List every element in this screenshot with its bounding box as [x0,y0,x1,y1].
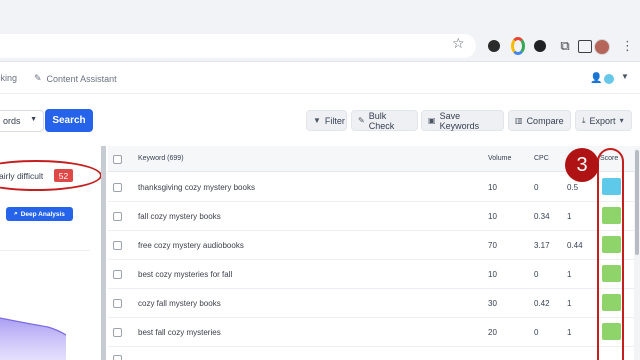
save-icon: ▣ [428,116,436,125]
table-row[interactable]: best fall cozy mysteries 20 0 1 [108,318,640,347]
cpc-cell: 0 [534,270,539,279]
scrollbar-thumb[interactable] [635,150,639,255]
volume-cell: 10 [488,212,497,221]
save-keywords-button[interactable]: ▣ Save Keywords [421,110,504,131]
caret-down-icon: ▾ [619,116,624,125]
search-icon: ⌕ [14,210,18,217]
status-dot [604,74,614,84]
cpc-cell: 0.42 [534,299,550,308]
header-cpc[interactable]: CPC [534,155,549,162]
keyword-cell[interactable]: cozy fall mystery books [138,299,221,308]
volume-cell: 70 [488,241,497,250]
chevron-down-icon[interactable]: ▼ [621,72,629,81]
trend-area-chart [0,317,67,360]
puzzle-icon[interactable]: ⧉ [558,38,572,53]
chart-icon[interactable] [533,39,547,53]
pencil-icon: ✎ [34,73,42,83]
annotation-step-badge: 3 [565,148,599,182]
sidebar-icon[interactable] [578,39,592,53]
compare-label: Compare [526,115,564,126]
bar-chart-icon: ▥ [515,116,523,125]
search-button[interactable]: Search [45,109,93,132]
nav-content-assistant[interactable]: ✎ Content Assistant [34,73,117,84]
row-checkbox[interactable] [113,355,122,360]
annotation-score-highlight [597,148,624,360]
deep-analysis-button[interactable]: ⌕ Deep Analysis [6,207,73,221]
header-keyword[interactable]: Keyword (699) [138,155,184,162]
export-label: Export [589,115,616,126]
table-row[interactable]: best cozy mysteries for fall 10 0 1 [108,260,640,289]
bulk-check-label: Bulk Check [368,110,395,131]
keyword-cell[interactable]: thanksgiving cozy mystery books [138,183,255,192]
kebab-icon[interactable]: ⋮ [621,38,634,54]
compare-button[interactable]: ▥ Compare [508,110,571,131]
cpc-cell: 0 [534,183,539,192]
cpc-cell: 0.34 [534,212,550,221]
flower-icon[interactable] [511,39,525,53]
competition-cell: 0.44 [567,241,583,250]
table-row[interactable] [108,347,640,360]
header-volume[interactable]: Volume [488,155,511,162]
competition-cell: 1 [567,270,572,279]
edit-icon: ✎ [358,116,365,125]
export-button[interactable]: ⤓ Export ▾ [575,110,632,131]
filter-label: Filter [324,115,345,126]
volume-cell: 30 [488,299,497,308]
star-icon[interactable]: ☆ [452,35,465,52]
row-checkbox[interactable] [113,328,122,337]
nav-content-assistant-label: Content Assistant [46,73,117,84]
row-checkbox[interactable] [113,299,122,308]
user-icon[interactable]: 👤 [590,73,602,84]
volume-cell: 20 [488,328,497,337]
save-keywords-label: Save Keywords [439,110,480,131]
volume-cell: 10 [488,270,497,279]
cpc-cell: 3.17 [534,241,550,250]
browser-toolbar: ☆ ⧉ [0,30,640,62]
volume-cell: 10 [488,183,497,192]
filter-button[interactable]: ▼ Filter [306,110,347,131]
database-select[interactable]: ords ▼ [0,110,44,132]
keyword-cell[interactable]: free cozy mystery audiobooks [138,241,244,250]
browser-tabstrip [0,0,640,30]
caret-down-icon: ▼ [30,116,37,123]
row-checkbox[interactable] [113,183,122,192]
keyword-cell[interactable]: best fall cozy mysteries [138,328,221,337]
filter-icon: ▼ [313,116,321,125]
keyword-cell[interactable]: fall cozy mystery books [138,212,221,221]
database-select-value: ords [3,116,21,126]
table-row[interactable]: thanksgiving cozy mystery books 10 0 0.5 [108,173,640,202]
table-row[interactable]: free cozy mystery audiobooks 70 3.17 0.4… [108,231,640,260]
competition-cell: 1 [567,212,572,221]
row-checkbox[interactable] [113,241,122,250]
keyword-cell[interactable]: best cozy mysteries for fall [138,270,232,279]
table-row[interactable]: fall cozy mystery books 10 0.34 1 [108,202,640,231]
competition-cell: 0.5 [567,183,579,192]
table-row[interactable]: cozy fall mystery books 30 0.42 1 [108,289,640,318]
panel-divider[interactable] [101,146,106,360]
bulk-check-button[interactable]: ✎ Bulk Check [351,110,418,131]
app-nav: cking ✎ Content Assistant 👤 ▼ [0,62,640,94]
competition-cell: 1 [567,299,572,308]
competition-cell: 1 [567,328,572,337]
deep-analysis-label: Deep Analysis [20,210,65,218]
row-checkbox[interactable] [113,212,122,221]
row-checkbox[interactable] [113,270,122,279]
address-bar[interactable] [0,34,476,58]
download-icon: ⤓ [582,115,586,125]
table-header: Keyword (699) Volume CPC Score [108,146,640,172]
avatar[interactable] [594,39,610,55]
nav-tracking[interactable]: cking [0,73,17,83]
cpc-cell: 0 [534,328,539,337]
account-icon[interactable] [487,39,501,53]
select-all-checkbox[interactable] [113,155,122,164]
